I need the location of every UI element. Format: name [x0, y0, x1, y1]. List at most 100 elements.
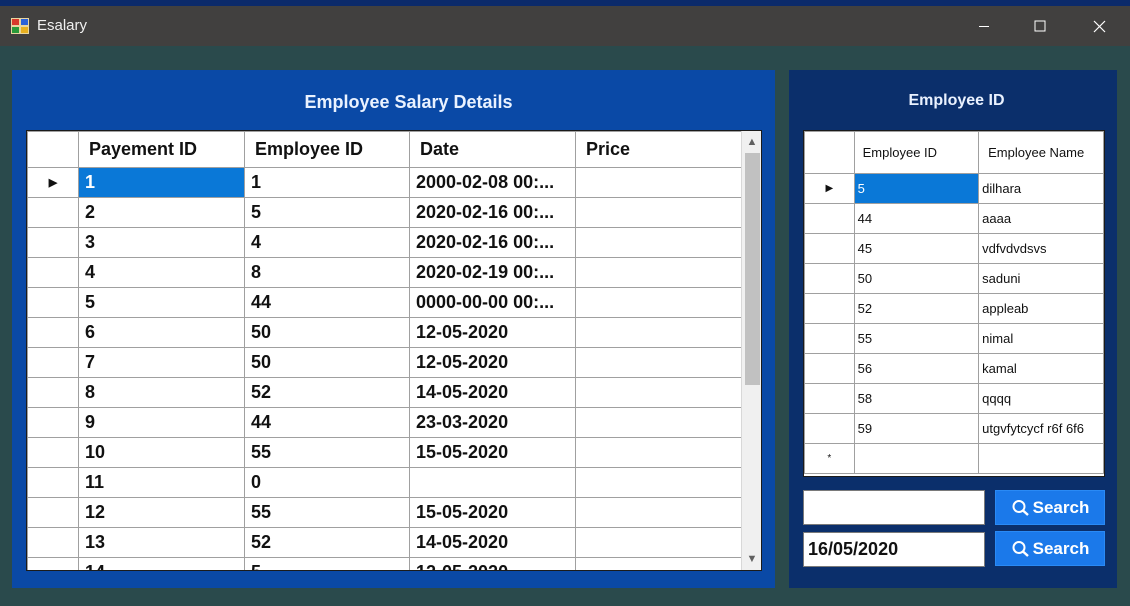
row-header-cell[interactable] [27, 317, 79, 348]
close-button[interactable] [1070, 6, 1128, 46]
payment-id-cell[interactable]: 4 [78, 257, 245, 288]
payment-id-cell[interactable]: 12 [78, 497, 245, 528]
row-header-cell[interactable] [27, 287, 79, 318]
scroll-up-icon[interactable]: ▲ [742, 133, 761, 151]
employee-row[interactable]: 59 utgvfytcycf r6f 6f6 [804, 413, 1104, 444]
salary-row[interactable]: 5 44 0000-00-00 00:... [27, 287, 746, 318]
row-header-cell[interactable] [27, 227, 79, 258]
employee-id-cell[interactable]: 44 [244, 407, 410, 438]
row-selector-arrow-icon[interactable]: ▶ [804, 173, 855, 204]
employee-row[interactable]: ▶ 5 dilhara [804, 173, 1104, 204]
employee-id-cell[interactable]: 50 [244, 347, 410, 378]
date-cell[interactable]: 15-05-2020 [409, 497, 576, 528]
payment-id-cell[interactable]: 10 [78, 437, 245, 468]
minimize-button[interactable] [955, 6, 1013, 46]
employee-id-cell[interactable]: 44 [244, 287, 410, 318]
employee-id-cell[interactable]: 50 [853, 263, 980, 294]
scroll-thumb[interactable] [745, 153, 760, 385]
salary-row[interactable]: 6 50 12-05-2020 [27, 317, 746, 348]
price-cell[interactable] [575, 407, 746, 438]
row-header-cell[interactable] [804, 413, 855, 444]
maximize-button[interactable] [1011, 6, 1069, 46]
column-header-employee-id[interactable]: Employee ID [244, 131, 410, 168]
employee-row[interactable]: 52 appleab [804, 293, 1104, 324]
employee-id-cell[interactable]: 4 [244, 227, 410, 258]
salary-row[interactable]: 8 52 14-05-2020 [27, 377, 746, 408]
employee-name-cell[interactable]: qqqq [978, 383, 1104, 414]
payment-id-cell[interactable]: 1 [78, 167, 245, 198]
employee-name-cell[interactable]: appleab [978, 293, 1104, 324]
price-cell[interactable] [575, 527, 746, 558]
date-cell[interactable]: 2020-02-16 00:... [409, 197, 576, 228]
column-header-payment-id[interactable]: Payement ID [78, 131, 245, 168]
row-header-cell[interactable] [27, 497, 79, 528]
salary-row[interactable]: 3 4 2020-02-16 00:... [27, 227, 746, 258]
employee-name-cell[interactable]: utgvfytcycf r6f 6f6 [978, 413, 1104, 444]
date-cell[interactable]: 15-05-2020 [409, 437, 576, 468]
payment-id-cell[interactable]: 11 [78, 467, 245, 498]
employee-id-cell[interactable]: 45 [853, 233, 980, 264]
payment-id-cell[interactable]: 5 [78, 287, 245, 318]
salary-row[interactable]: 4 8 2020-02-19 00:... [27, 257, 746, 288]
row-header-cell[interactable] [804, 233, 855, 264]
row-header-cell[interactable] [27, 257, 79, 288]
date-cell[interactable]: 12-05-2020 [409, 317, 576, 348]
payment-id-cell[interactable]: 14 [78, 557, 245, 570]
date-cell[interactable]: 12-05-2020 [409, 557, 576, 570]
column-header-employee-id[interactable]: Employee ID [853, 131, 980, 174]
employee-id-cell[interactable]: 52 [244, 527, 410, 558]
row-header-cell[interactable] [27, 527, 79, 558]
salary-vertical-scrollbar[interactable]: ▲ ▼ [741, 131, 761, 570]
date-cell[interactable]: 2000-02-08 00:... [409, 167, 576, 198]
date-cell[interactable]: 2020-02-19 00:... [409, 257, 576, 288]
employee-id-cell[interactable]: 55 [244, 497, 410, 528]
salary-row[interactable]: 2 5 2020-02-16 00:... [27, 197, 746, 228]
employee-id-cell[interactable]: 8 [244, 257, 410, 288]
new-row-cell[interactable] [853, 443, 980, 474]
price-cell[interactable] [575, 317, 746, 348]
row-header-cell[interactable] [804, 203, 855, 234]
row-header-cell[interactable] [27, 407, 79, 438]
employee-id-cell[interactable]: 52 [853, 293, 980, 324]
row-header-cell[interactable] [27, 347, 79, 378]
salary-grid[interactable]: Payement ID Employee ID Date Price ▶ 1 1 20… [26, 130, 762, 571]
employee-name-cell[interactable]: nimal [978, 323, 1104, 354]
employee-id-cell[interactable]: 44 [853, 203, 980, 234]
salary-row[interactable]: 10 55 15-05-2020 [27, 437, 746, 468]
price-cell[interactable] [575, 467, 746, 498]
row-header-cell[interactable] [804, 293, 855, 324]
new-row-cell[interactable] [978, 443, 1104, 474]
payment-id-cell[interactable]: 9 [78, 407, 245, 438]
price-cell[interactable] [575, 227, 746, 258]
employee-row[interactable]: 56 kamal [804, 353, 1104, 384]
date-cell[interactable]: 23-03-2020 [409, 407, 576, 438]
column-header-date[interactable]: Date [409, 131, 576, 168]
scroll-down-icon[interactable]: ▼ [742, 550, 761, 568]
payment-id-cell[interactable]: 7 [78, 347, 245, 378]
employee-id-cell[interactable]: 5 [244, 197, 410, 228]
salary-row[interactable]: ▶ 1 1 2000-02-08 00:... [27, 167, 746, 198]
salary-row[interactable]: 9 44 23-03-2020 [27, 407, 746, 438]
salary-row[interactable]: 12 55 15-05-2020 [27, 497, 746, 528]
price-cell[interactable] [575, 437, 746, 468]
price-cell[interactable] [575, 167, 746, 198]
employee-name-cell[interactable]: saduni [978, 263, 1104, 294]
new-row-marker[interactable]: * [804, 443, 855, 474]
employee-name-cell[interactable]: vdfvdvdsvs [978, 233, 1104, 264]
row-header-cell[interactable] [27, 197, 79, 228]
row-header-cell[interactable] [804, 323, 855, 354]
employee-id-cell[interactable]: 55 [853, 323, 980, 354]
payment-id-cell[interactable]: 8 [78, 377, 245, 408]
employee-id-cell[interactable]: 50 [244, 317, 410, 348]
employee-name-cell[interactable]: dilhara [978, 173, 1104, 204]
row-header-cell[interactable] [27, 437, 79, 468]
row-selector-arrow-icon[interactable]: ▶ [27, 167, 79, 198]
salary-row[interactable]: 14512-05-2020 [27, 557, 746, 570]
column-header-employee-name[interactable]: Employee Name [978, 131, 1104, 174]
price-cell[interactable] [575, 257, 746, 288]
employee-id-cell[interactable]: 5 [853, 173, 980, 204]
title-bar[interactable]: Esalary [0, 6, 1130, 46]
employee-search-button[interactable]: Search [995, 490, 1105, 525]
row-header-cell[interactable] [27, 557, 79, 570]
price-cell[interactable] [575, 287, 746, 318]
